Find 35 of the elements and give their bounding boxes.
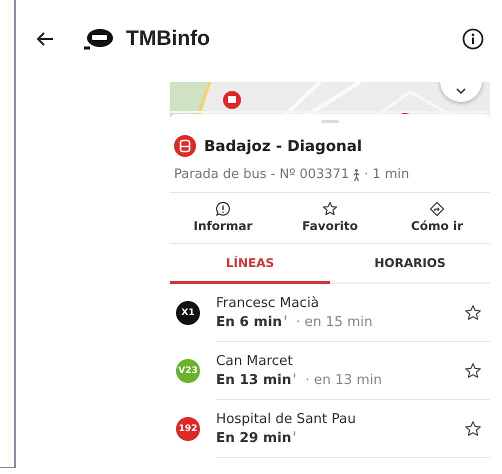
line-destination: Can Marcet	[216, 353, 294, 369]
chevron-down-icon	[456, 88, 466, 94]
alert-icon	[215, 201, 231, 217]
directions-icon	[429, 201, 445, 217]
line-badge: V23	[176, 358, 200, 382]
app-title: TMBinfo	[126, 27, 210, 51]
drag-handle[interactable]	[321, 120, 339, 123]
following-arrival: · en 13 min	[305, 372, 382, 388]
tab[interactable]: LÍNEAS	[170, 244, 330, 284]
star-icon	[322, 201, 338, 217]
line-destination: Hospital de Sant Pau	[216, 411, 356, 427]
walk-time: · 1 min	[364, 167, 410, 182]
info-icon[interactable]	[462, 28, 484, 50]
stop-subtitle: Parada de bus - Nº 003371	[174, 167, 350, 182]
line-destination: Francesc Macià	[216, 295, 320, 311]
line-badge: 192	[176, 416, 200, 440]
next-arrival: En 29 min	[216, 430, 292, 446]
next-arrival: En 13 min	[216, 372, 292, 388]
back-arrow-icon[interactable]	[36, 31, 54, 47]
bus-stop-icon	[174, 135, 196, 157]
walking-person-icon	[353, 168, 360, 180]
following-arrival: · en 15 min	[296, 314, 373, 330]
star-icon	[464, 304, 482, 322]
action-button[interactable]: Cómo ir	[384, 201, 490, 233]
favorite-button[interactable]	[464, 304, 482, 322]
action-button[interactable]: Favorito	[277, 201, 383, 233]
next-arrival: En 6 min	[216, 314, 282, 330]
favorite-button[interactable]	[464, 420, 482, 438]
line-badge: X1	[176, 300, 200, 324]
star-icon	[464, 362, 482, 380]
favorite-button[interactable]	[464, 362, 482, 380]
stop-name: Badajoz - Diagonal	[204, 137, 362, 155]
star-icon	[464, 420, 482, 438]
tab[interactable]: HORARIOS	[330, 244, 490, 284]
action-button[interactable]: Informar	[170, 201, 276, 233]
